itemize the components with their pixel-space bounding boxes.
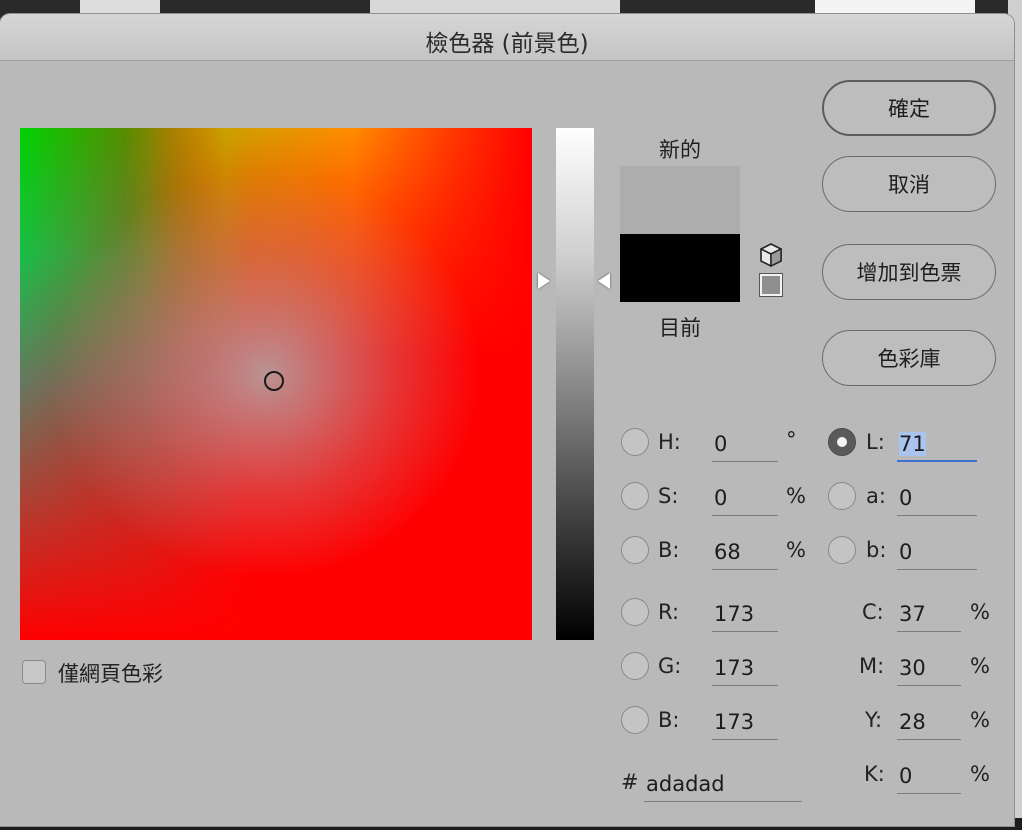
lightness-slider[interactable] xyxy=(556,128,594,640)
radio-brightness[interactable] xyxy=(621,536,649,564)
radio-g[interactable] xyxy=(621,652,649,680)
radio-s[interactable] xyxy=(621,482,649,510)
field-k[interactable]: 0 xyxy=(897,760,961,794)
field-a[interactable]: 0 xyxy=(897,482,977,516)
field-m[interactable]: 30 xyxy=(897,652,961,686)
color-picker-cursor[interactable] xyxy=(264,371,284,391)
label-lab-b: b: xyxy=(866,538,887,562)
radio-r[interactable] xyxy=(621,598,649,626)
dialog-title: 檢色器 (前景色) xyxy=(425,31,589,57)
unit-m: % xyxy=(970,654,990,678)
unit-y: % xyxy=(970,708,990,732)
slider-left-arrow[interactable] xyxy=(538,273,550,289)
label-brightness: B: xyxy=(658,538,680,562)
web-colors-only-label: 僅網頁色彩 xyxy=(58,662,163,686)
field-brightness[interactable]: 68 xyxy=(712,536,778,570)
label-c: C: xyxy=(862,600,884,624)
unit-c: % xyxy=(970,600,990,624)
field-y[interactable]: 28 xyxy=(897,706,961,740)
new-color-swatch xyxy=(620,166,740,234)
radio-l[interactable] xyxy=(828,428,856,456)
field-blue[interactable]: 173 xyxy=(712,706,778,740)
ok-button[interactable]: 確定 xyxy=(822,80,996,136)
radio-a[interactable] xyxy=(828,482,856,510)
field-l[interactable]: 71 xyxy=(897,428,977,462)
web-colors-only-checkbox[interactable] xyxy=(22,660,46,684)
cancel-button[interactable]: 取消 xyxy=(822,156,996,212)
unit-s: % xyxy=(786,484,806,508)
label-a: a: xyxy=(866,484,886,508)
label-blue: B: xyxy=(658,708,680,732)
title-bar[interactable]: 檢色器 (前景色) xyxy=(0,14,1014,61)
radio-h[interactable] xyxy=(621,428,649,456)
color-libraries-button[interactable]: 色彩庫 xyxy=(822,330,996,386)
hex-field[interactable]: adadad xyxy=(644,768,802,802)
current-color-swatch[interactable] xyxy=(620,234,740,302)
label-l: L: xyxy=(866,430,885,454)
label-m: M: xyxy=(859,654,885,678)
field-g[interactable]: 173 xyxy=(712,652,778,686)
radio-blue[interactable] xyxy=(621,706,649,734)
unit-h: ° xyxy=(786,428,797,452)
label-h: H: xyxy=(658,430,681,454)
color-field[interactable] xyxy=(20,128,532,640)
label-s: S: xyxy=(658,484,679,508)
unit-k: % xyxy=(970,762,990,786)
field-l-text: 71 xyxy=(899,432,926,456)
hex-label: # xyxy=(621,770,639,794)
slider-right-arrow[interactable] xyxy=(598,273,610,289)
field-r[interactable]: 173 xyxy=(712,598,778,632)
label-k: K: xyxy=(864,762,885,786)
label-r: R: xyxy=(658,600,680,624)
label-g: G: xyxy=(658,654,682,678)
field-s[interactable]: 0 xyxy=(712,482,778,516)
label-y: Y: xyxy=(865,708,883,732)
field-lab-b[interactable]: 0 xyxy=(897,536,977,570)
add-to-swatches-button[interactable]: 增加到色票 xyxy=(822,244,996,300)
current-color-label: 目前 xyxy=(659,316,701,340)
color-picker-dialog: 檢色器 (前景色) 新的 目前 確定 取消 增加到色票 色彩庫 H: 0 ° S… xyxy=(0,14,1014,826)
field-c[interactable]: 37 xyxy=(897,598,961,632)
new-color-label: 新的 xyxy=(659,138,701,162)
unit-brightness: % xyxy=(786,538,806,562)
radio-lab-b[interactable] xyxy=(828,536,856,564)
web-safe-swatch-icon[interactable] xyxy=(760,274,782,296)
field-h[interactable]: 0 xyxy=(712,428,778,462)
out-of-gamut-cube-icon[interactable] xyxy=(758,242,784,268)
